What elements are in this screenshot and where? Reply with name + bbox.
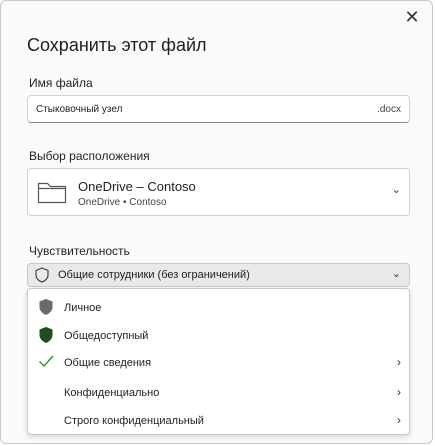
close-button[interactable]: ✕	[402, 7, 422, 27]
chevron-right-icon: ›	[397, 385, 401, 399]
location-picker[interactable]: OneDrive – Contoso OneDrive • Contoso ⌄	[27, 168, 410, 216]
menu-item-personal[interactable]: Личное	[28, 295, 409, 321]
shield-gray-icon	[38, 298, 54, 321]
location-subtitle: OneDrive • Contoso	[78, 197, 167, 208]
filename-label: Имя файла	[29, 76, 93, 90]
shield-icon	[34, 267, 50, 288]
chevron-down-icon: ⌄	[391, 268, 401, 280]
sensitivity-selected: Общие сотрудники (без ограничений)	[58, 269, 250, 281]
shield-green-icon	[38, 326, 54, 349]
menu-item-confidential[interactable]: Конфиденциально ›	[28, 380, 409, 406]
menu-item-label: Конфиденциально	[64, 387, 160, 399]
close-icon: ✕	[404, 7, 420, 27]
chevron-right-icon: ›	[397, 355, 401, 369]
dialog-title: Сохранить этот файл	[27, 35, 207, 55]
sensitivity-dropdown[interactable]: Общие сотрудники (без ограничений) ⌄	[27, 263, 410, 287]
sensitivity-menu: Личное Общедоступный Общие сведения › Ко…	[27, 288, 410, 435]
checkmark-icon	[38, 353, 54, 374]
menu-item-label: Личное	[64, 302, 102, 314]
menu-item-label: Общие сведения	[64, 357, 152, 369]
sensitivity-label: Чувствительность	[29, 244, 130, 258]
menu-item-label: Общедоступный	[64, 330, 149, 342]
location-label: Выбор расположения	[29, 149, 150, 163]
filename-field[interactable]: Стыковочный узел .docx	[27, 95, 410, 123]
folder-icon	[37, 180, 67, 209]
chevron-right-icon: ›	[397, 413, 401, 427]
filename-extension: .docx	[377, 104, 401, 115]
menu-item-public[interactable]: Общедоступный	[28, 323, 409, 349]
save-dialog: ✕ Сохранить этот файл Имя файла Стыковоч…	[0, 0, 433, 444]
chevron-down-icon: ⌄	[391, 184, 401, 196]
menu-item-general[interactable]: Общие сведения ›	[28, 350, 409, 376]
menu-item-highly-confidential[interactable]: Строго конфиденциальный ›	[28, 408, 409, 434]
menu-item-label: Строго конфиденциальный	[64, 415, 204, 427]
location-name: OneDrive – Contoso	[78, 179, 196, 194]
filename-value: Стыковочный узел	[36, 104, 123, 115]
